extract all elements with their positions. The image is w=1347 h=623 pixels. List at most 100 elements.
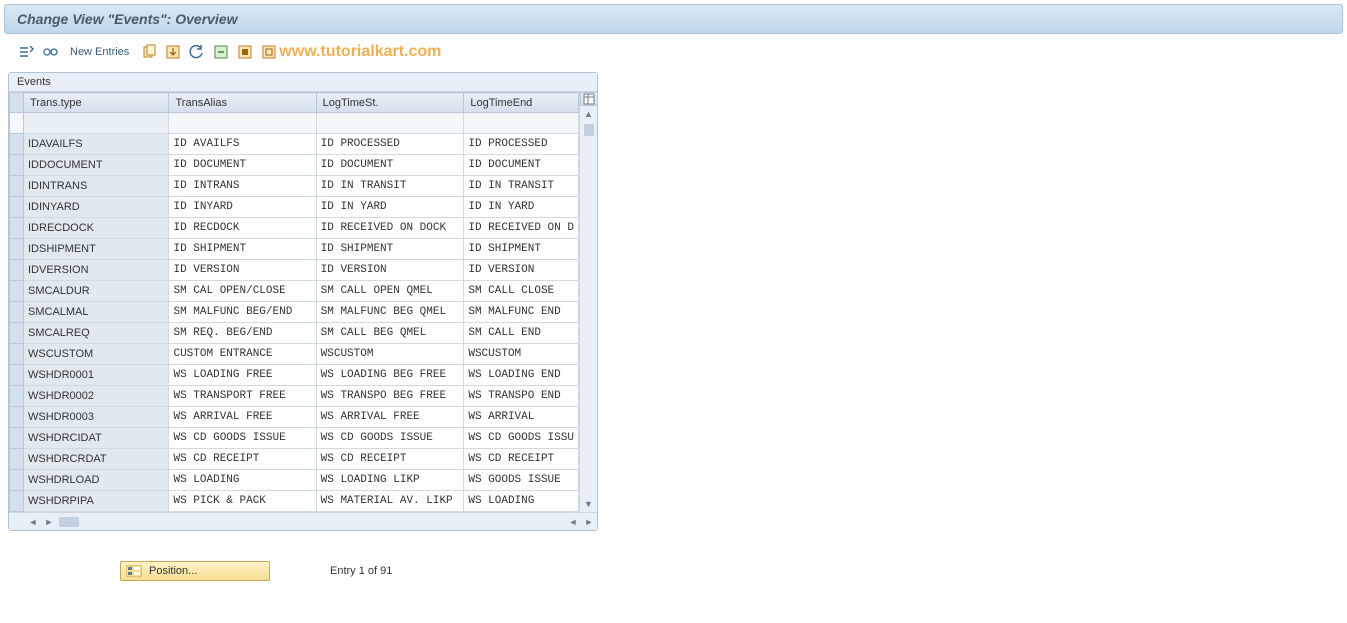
cell-log-time-end[interactable]: WS LOADING END <box>464 365 579 386</box>
table-row[interactable]: SMCALDURSM CAL OPEN/CLOSESM CALL OPEN QM… <box>10 281 579 302</box>
cell-trans-alias[interactable]: SM MALFUNC BEG/END <box>169 302 316 323</box>
table-row[interactable]: WSHDRPIPAWS PICK & PACKWS MATERIAL AV. L… <box>10 491 579 512</box>
cell-log-time-end[interactable]: SM CALL END <box>464 323 579 344</box>
cell-trans-type[interactable]: IDINYARD <box>24 197 169 218</box>
col-trans-alias[interactable]: TransAlias <box>169 93 316 113</box>
table-row[interactable]: SMCALREQSM REQ. BEG/ENDSM CALL BEG QMELS… <box>10 323 579 344</box>
table-row[interactable]: WSHDRCRDATWS CD RECEIPTWS CD RECEIPTWS C… <box>10 449 579 470</box>
row-selector[interactable] <box>10 365 24 386</box>
cell-trans-type[interactable]: WSHDRLOAD <box>24 470 169 491</box>
cell-log-time-st[interactable]: WS ARRIVAL FREE <box>316 407 464 428</box>
cell-log-time-st[interactable]: ID IN YARD <box>316 197 464 218</box>
cell-trans-type[interactable]: IDAVAILFS <box>24 134 169 155</box>
cell-trans-alias[interactable]: WS LOADING <box>169 470 316 491</box>
row-selector[interactable] <box>10 449 24 470</box>
cell-log-time-end[interactable]: ID RECEIVED ON D <box>464 218 579 239</box>
cell-log-time-end[interactable]: SM MALFUNC END <box>464 302 579 323</box>
table-settings-icon[interactable] <box>580 92 598 106</box>
cell-trans-type[interactable]: WSHDRCRDAT <box>24 449 169 470</box>
cell-log-time-st[interactable]: ID PROCESSED <box>316 134 464 155</box>
row-selector[interactable] <box>10 407 24 428</box>
row-selector[interactable] <box>10 344 24 365</box>
cell-log-time-end[interactable]: WS CD RECEIPT <box>464 449 579 470</box>
cell-trans-type[interactable]: WSCUSTOM <box>24 344 169 365</box>
save-down-icon[interactable] <box>163 42 183 62</box>
cell-trans-type[interactable]: WSHDRPIPA <box>24 491 169 512</box>
cell-log-time-st[interactable]: ID VERSION <box>316 260 464 281</box>
cell-log-time-st[interactable]: WS MATERIAL AV. LIKP <box>316 491 464 512</box>
table-row[interactable]: IDAVAILFSID AVAILFSID PROCESSEDID PROCES… <box>10 134 579 155</box>
row-selector[interactable] <box>10 155 24 176</box>
undo-icon[interactable] <box>187 42 207 62</box>
cell-trans-alias[interactable]: WS PICK & PACK <box>169 491 316 512</box>
cell-trans-alias[interactable]: ID DOCUMENT <box>169 155 316 176</box>
scroll-right-2-icon[interactable]: ► <box>581 514 597 530</box>
select-all-header[interactable] <box>10 93 24 113</box>
position-button[interactable]: Position... <box>120 561 270 581</box>
deselect-all-icon[interactable] <box>259 42 279 62</box>
cell-log-time-end[interactable]: ID SHIPMENT <box>464 239 579 260</box>
cell-log-time-st[interactable]: SM MALFUNC BEG QMEL <box>316 302 464 323</box>
cell-trans-alias[interactable]: ID VERSION <box>169 260 316 281</box>
cell-log-time-end[interactable]: WS CD GOODS ISSU <box>464 428 579 449</box>
cell-trans-type[interactable]: IDRECDOCK <box>24 218 169 239</box>
delete-row-icon[interactable] <box>211 42 231 62</box>
cell-log-time-st[interactable]: WS LOADING BEG FREE <box>316 365 464 386</box>
glasses-icon[interactable] <box>40 42 60 62</box>
cell-log-time-end[interactable]: WS TRANSPO END <box>464 386 579 407</box>
table-row[interactable]: WSHDR0002WS TRANSPORT FREEWS TRANSPO BEG… <box>10 386 579 407</box>
horizontal-scrollbar[interactable]: ◄ ► ◄ ► <box>9 512 597 530</box>
table-row[interactable]: IDVERSIONID VERSIONID VERSIONID VERSION <box>10 260 579 281</box>
row-selector[interactable] <box>10 491 24 512</box>
cell-log-time-st[interactable]: SM CALL OPEN QMEL <box>316 281 464 302</box>
cell-trans-type[interactable]: WSHDR0001 <box>24 365 169 386</box>
cell-trans-type[interactable]: IDDOCUMENT <box>24 155 169 176</box>
cell-trans-type[interactable]: WSHDRCIDAT <box>24 428 169 449</box>
cell-trans-alias[interactable]: WS TRANSPORT FREE <box>169 386 316 407</box>
cell-trans-alias[interactable]: WS LOADING FREE <box>169 365 316 386</box>
row-selector[interactable] <box>10 260 24 281</box>
cell-trans-type[interactable]: IDVERSION <box>24 260 169 281</box>
row-selector[interactable] <box>10 218 24 239</box>
col-log-time-end[interactable]: LogTimeEnd <box>464 93 579 113</box>
copy-icon[interactable] <box>139 42 159 62</box>
cell-log-time-st[interactable]: ID IN TRANSIT <box>316 176 464 197</box>
cell-trans-type[interactable]: IDINTRANS <box>24 176 169 197</box>
cell-trans-type[interactable]: SMCALMAL <box>24 302 169 323</box>
cell-trans-alias[interactable]: SM CAL OPEN/CLOSE <box>169 281 316 302</box>
new-entries-button[interactable]: New Entries <box>64 44 135 60</box>
cell-log-time-end[interactable]: WS ARRIVAL <box>464 407 579 428</box>
toggle-view-icon[interactable] <box>16 42 36 62</box>
cell-trans-alias[interactable]: ID RECDOCK <box>169 218 316 239</box>
row-selector[interactable] <box>10 323 24 344</box>
row-selector[interactable] <box>10 302 24 323</box>
cell-log-time-st[interactable]: ID RECEIVED ON DOCK <box>316 218 464 239</box>
col-log-time-st[interactable]: LogTimeSt. <box>316 93 464 113</box>
scroll-left-icon[interactable]: ◄ <box>25 514 41 530</box>
table-row[interactable]: WSHDRCIDATWS CD GOODS ISSUE WS CD GOODS I… <box>10 428 579 449</box>
table-row[interactable]: IDRECDOCKID RECDOCKID RECEIVED ON DOCKID… <box>10 218 579 239</box>
cell-trans-alias[interactable]: ID AVAILFS <box>169 134 316 155</box>
h-scroll-thumb[interactable] <box>59 517 79 527</box>
row-selector[interactable] <box>10 176 24 197</box>
row-selector[interactable] <box>10 197 24 218</box>
row-selector[interactable] <box>10 428 24 449</box>
cell-log-time-st[interactable]: ID DOCUMENT <box>316 155 464 176</box>
cell-trans-alias[interactable]: WS CD GOODS ISSUE <box>169 428 316 449</box>
row-selector[interactable] <box>10 281 24 302</box>
scroll-down-icon[interactable]: ▼ <box>584 496 593 512</box>
cell-log-time-end[interactable]: ID IN TRANSIT <box>464 176 579 197</box>
table-row[interactable]: WSHDR0001WS LOADING FREEWS LOADING BEG F… <box>10 365 579 386</box>
cell-log-time-end[interactable]: ID IN YARD <box>464 197 579 218</box>
cell-trans-alias[interactable]: WS CD RECEIPT <box>169 449 316 470</box>
row-selector[interactable] <box>10 134 24 155</box>
cell-log-time-end[interactable]: WSCUSTOM <box>464 344 579 365</box>
table-row[interactable]: IDDOCUMENTID DOCUMENTID DOCUMENTID DOCUM… <box>10 155 579 176</box>
vertical-scrollbar[interactable]: ▲ ▼ <box>579 92 597 512</box>
cell-trans-alias[interactable]: ID SHIPMENT <box>169 239 316 260</box>
table-row[interactable]: IDSHIPMENTID SHIPMENTID SHIPMENTID SHIPM… <box>10 239 579 260</box>
cell-log-time-st[interactable]: WS CD RECEIPT <box>316 449 464 470</box>
cell-trans-alias[interactable]: ID INYARD <box>169 197 316 218</box>
cell-trans-type[interactable]: SMCALDUR <box>24 281 169 302</box>
table-row[interactable]: WSHDR0003WS ARRIVAL FREEWS ARRIVAL FREEW… <box>10 407 579 428</box>
